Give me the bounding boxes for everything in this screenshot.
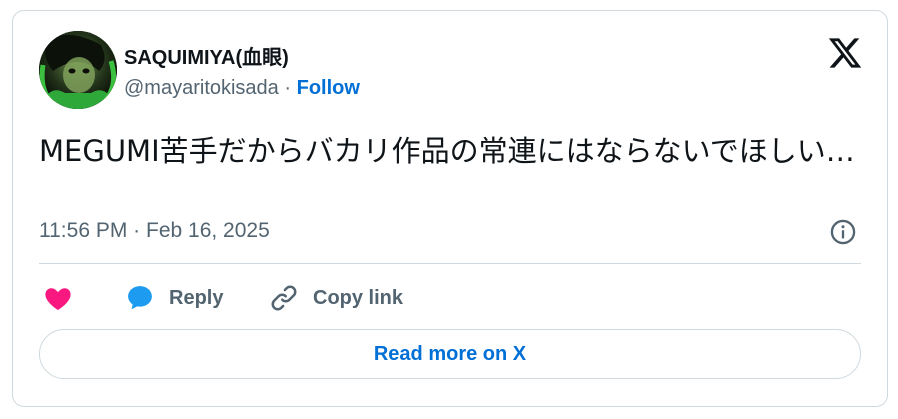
tweet-timestamp[interactable]: 11:56 PM · Feb 16, 2025 <box>39 219 270 243</box>
divider <box>39 263 861 264</box>
tweet-card: SAQUIMIYA(血眼) @mayaritokisada · Follow M… <box>12 10 888 407</box>
reply-button[interactable]: Reply <box>125 281 223 315</box>
copy-link-label: Copy link <box>313 286 404 309</box>
info-icon[interactable] <box>829 218 857 246</box>
follow-button[interactable]: Follow <box>297 77 360 99</box>
author-display-name[interactable]: SAQUIMIYA(血眼) <box>124 41 289 70</box>
read-more-label: Read more on X <box>373 342 527 365</box>
avatar-image <box>39 31 117 109</box>
speech-bubble-icon <box>128 286 152 310</box>
author-handle[interactable]: @mayaritokisada <box>124 77 279 99</box>
author-handle-row: @mayaritokisada · Follow <box>124 77 360 100</box>
like-button[interactable] <box>43 281 73 315</box>
x-logo-icon[interactable] <box>827 35 863 71</box>
read-more-button[interactable]: Read more on X <box>39 329 861 379</box>
link-icon <box>271 285 297 311</box>
avatar[interactable] <box>39 31 117 109</box>
copy-link-button[interactable]: Copy link <box>269 281 403 315</box>
heart-icon <box>45 288 71 310</box>
reply-label: Reply <box>169 286 224 309</box>
tweet-text: MEGUMI苦手だからバカリ作品の常連にはならないでほしい… <box>39 134 855 168</box>
separator-dot: · <box>284 77 292 99</box>
